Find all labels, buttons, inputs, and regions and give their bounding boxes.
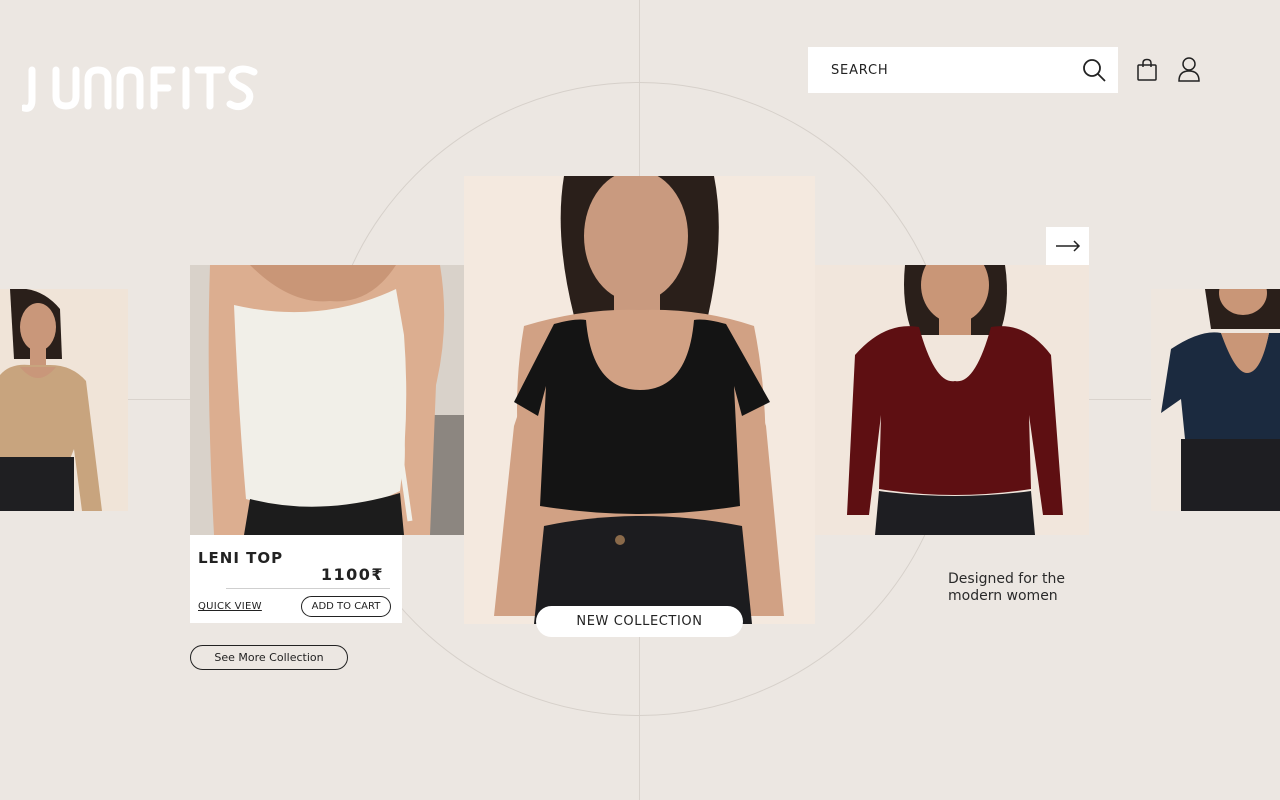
search-input[interactable]	[808, 47, 1078, 93]
horizontal-guide-line-right	[1089, 399, 1151, 400]
add-to-cart-button[interactable]: ADD TO CART	[301, 596, 391, 617]
tagline: Designed for the modern women	[948, 571, 1065, 604]
brand-logo[interactable]	[20, 60, 262, 116]
search-icon[interactable]	[1080, 56, 1108, 84]
product-image-navy-top[interactable]	[1151, 289, 1280, 511]
arrow-right-icon	[1055, 240, 1080, 252]
new-collection-button[interactable]: NEW COLLECTION	[536, 606, 743, 637]
see-more-collection-button[interactable]: See More Collection	[190, 645, 348, 670]
product-image-black-top[interactable]	[464, 176, 815, 624]
product-name: LENI TOP	[198, 549, 284, 567]
card-divider	[226, 588, 390, 589]
quick-view-link[interactable]: QUICK VIEW	[198, 601, 262, 612]
user-icon[interactable]	[1177, 56, 1201, 82]
horizontal-guide-line-left	[128, 399, 190, 400]
product-image-maroon-top[interactable]	[815, 265, 1089, 535]
product-price: 1100₹	[320, 565, 384, 584]
product-card: LENI TOP 1100₹ QUICK VIEW ADD TO CART	[190, 535, 402, 623]
product-image-leni-top[interactable]	[190, 265, 464, 535]
search-bar	[808, 47, 1118, 93]
carousel-next-button[interactable]	[1046, 227, 1089, 265]
shopping-bag-icon[interactable]	[1136, 58, 1158, 82]
product-image-beige-top[interactable]	[0, 289, 128, 511]
